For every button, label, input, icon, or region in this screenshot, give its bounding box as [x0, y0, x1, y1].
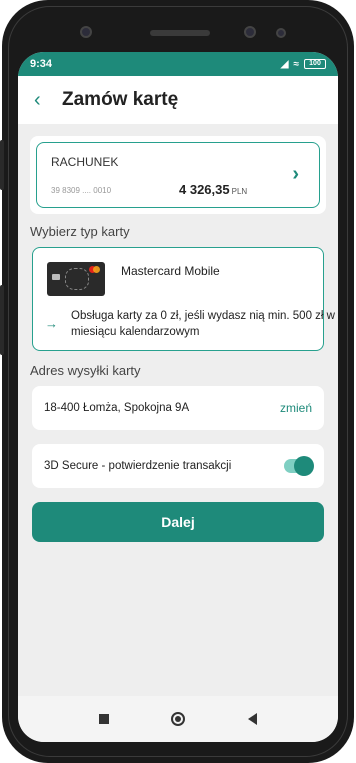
account-number: 39 8309 .... 0010	[51, 186, 112, 195]
wifi-icon: ≈	[293, 58, 300, 70]
recent-apps-icon[interactable]	[99, 714, 110, 724]
account-currency: PLN	[231, 187, 248, 196]
card-type-section-label: Wybierz typ karty	[30, 224, 130, 239]
account-label: RACHUNEK	[51, 155, 119, 169]
arrow-right-icon: →	[45, 316, 58, 331]
status-bar: 9:34 ◢ ≈ 100	[18, 52, 338, 76]
address-row: 18-400 Łomża, Spokojna 9A zmień	[32, 386, 324, 430]
continue-button[interactable]: Dalej	[32, 502, 324, 542]
card-name: Mastercard Mobile	[121, 264, 220, 278]
card-type-option[interactable]: Mastercard Mobile → Obsługa karty za 0 z…	[32, 247, 335, 351]
sensor-icon	[276, 28, 286, 38]
system-nav-bar	[18, 696, 338, 742]
secure-row: 3D Secure - potwierdzenie transakcji	[32, 444, 324, 488]
app-header: ‹ Zamów kartę	[18, 76, 338, 124]
home-icon[interactable]	[171, 712, 186, 726]
back-nav-icon[interactable]	[247, 713, 257, 725]
card-info: Obsługa karty za 0 zł, jeśli wydasz nią …	[71, 310, 335, 338]
address-section-label: Adres wysyłki karty	[30, 363, 141, 378]
card-pattern	[65, 268, 89, 290]
card-image	[47, 262, 105, 296]
signal-icon: ◢	[280, 58, 289, 70]
chevron-right-icon[interactable]: ›	[292, 163, 299, 186]
change-address-link[interactable]: zmień	[280, 401, 312, 415]
status-icons: ◢ ≈ 100	[281, 59, 326, 70]
account-card: RACHUNEK 39 8309 .... 0010 4 326,35 PLN ›	[30, 136, 326, 214]
sensor-icon	[244, 26, 256, 38]
battery-icon: 100	[304, 59, 326, 69]
page-title: Zamów kartę	[62, 89, 179, 110]
screen: 9:34 ◢ ≈ 100 ‹ Zamów kartę RACHUNEK 39 8…	[18, 52, 338, 742]
power-button	[0, 285, 4, 355]
secure-label: 3D Secure - potwierdzenie transakcji	[44, 460, 232, 472]
speaker-grille	[150, 30, 210, 36]
volume-button	[0, 140, 4, 190]
address-text: 18-400 Łomża, Spokojna 9A	[44, 402, 190, 414]
mastercard-logo-icon	[89, 266, 100, 276]
account-balance-amount: 4 326,35	[179, 182, 230, 197]
account-balance: 4 326,35 PLN	[179, 182, 247, 197]
account-selector[interactable]: RACHUNEK 39 8309 .... 0010 4 326,35 PLN ›	[36, 142, 320, 208]
card-chip	[52, 274, 60, 280]
camera-icon	[80, 26, 92, 38]
back-icon[interactable]: ‹	[34, 90, 62, 110]
secure-toggle[interactable]	[284, 456, 314, 476]
status-time: 9:34	[30, 58, 53, 70]
